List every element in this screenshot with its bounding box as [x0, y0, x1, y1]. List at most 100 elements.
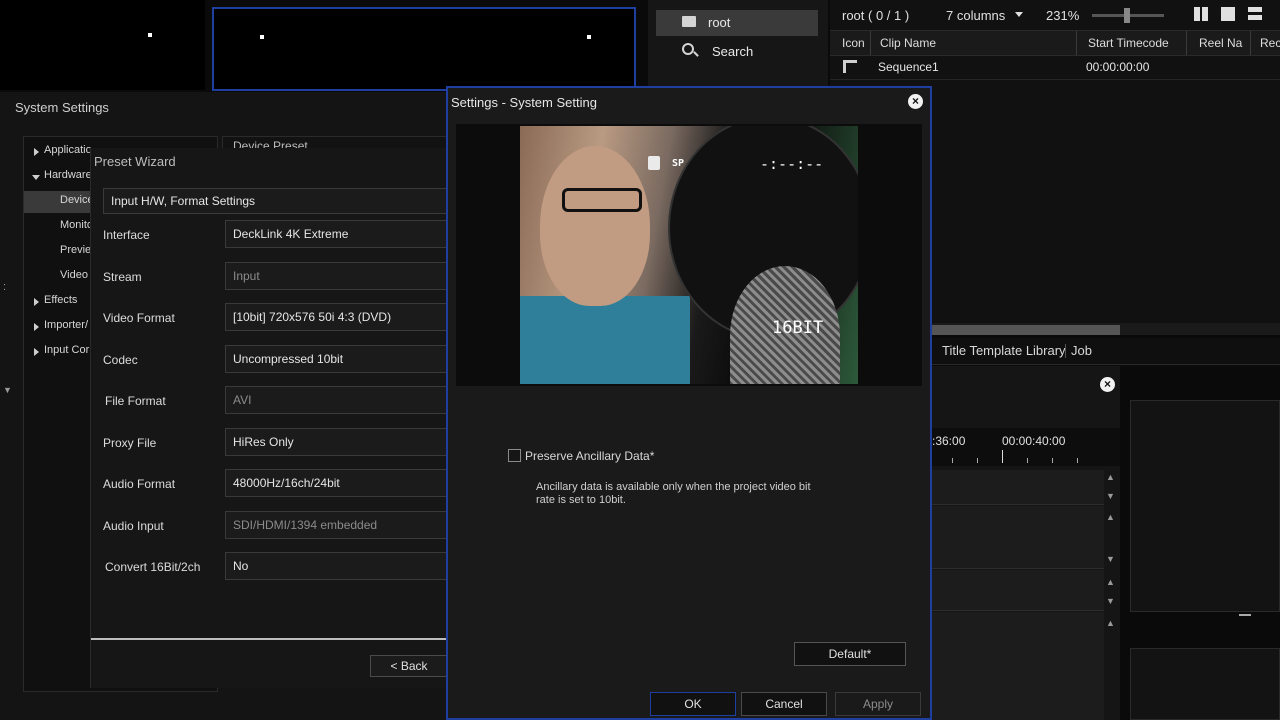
thumbnail-view-icon[interactable]: [1194, 7, 1208, 21]
tree-item-label: Importer/: [44, 319, 89, 331]
wizard-field-value[interactable]: No: [225, 552, 451, 580]
preserve-ancillary-checkbox[interactable]: [508, 449, 521, 462]
wizard-field-label: Interface: [103, 228, 150, 242]
chevron-right-icon[interactable]: [34, 323, 39, 331]
table-row[interactable]: Sequence1 00:00:00:00: [830, 55, 1280, 80]
monitor-marker: [260, 35, 264, 39]
clip-name-cell: Sequence1: [878, 60, 939, 74]
preview-blue-shirt: [520, 296, 690, 384]
columns-selector[interactable]: 7 columns: [946, 8, 1005, 23]
timeline-panel: × :36:00 00:00:40:00 ▲ ▼ ▲ ▼ ▲ ▼ ▲: [930, 366, 1120, 720]
zoom-slider-thumb[interactable]: [1124, 8, 1130, 23]
col-header-icon[interactable]: Icon: [842, 36, 865, 50]
preview-glasses: [562, 188, 642, 212]
tree-item-label: Hardware: [44, 169, 92, 181]
wizard-separator: [91, 638, 451, 640]
col-header-clip-name[interactable]: Clip Name: [880, 36, 936, 50]
preview-face: [540, 146, 650, 306]
preview-frame: SP -:--:-- 16BIT: [520, 126, 858, 384]
wizard-field-label: Convert 16Bit/2ch: [105, 560, 201, 574]
tab-title-template-library[interactable]: Title Template Library: [942, 343, 1066, 358]
back-button[interactable]: < Back: [370, 655, 448, 677]
wizard-field-label: Codec: [103, 353, 138, 367]
side-panel-box: [1130, 648, 1280, 720]
wizard-field-value[interactable]: DeckLink 4K Extreme: [225, 220, 451, 248]
tab-job[interactable]: Job: [1071, 343, 1092, 358]
scroll-up-icon[interactable]: ▲: [1106, 577, 1115, 587]
start-timecode-cell: 00:00:00:00: [1086, 60, 1150, 74]
tree-item-label: Monito: [60, 219, 94, 231]
scrollbar-thumb[interactable]: [930, 325, 1120, 335]
ruler-tick: [977, 458, 978, 463]
col-header-rec[interactable]: Rec: [1260, 36, 1280, 50]
apply-button[interactable]: Apply: [835, 692, 921, 716]
folder-panel: root Search: [648, 0, 828, 86]
col-divider: [1186, 31, 1187, 55]
dialog-title: Settings - System Setting: [451, 95, 597, 110]
system-setting-dialog: Settings - System Setting × SP -:--:-- 1…: [446, 86, 932, 720]
col-divider: [1076, 31, 1077, 55]
wizard-field-value[interactable]: HiRes Only: [225, 428, 451, 456]
scroll-down-icon[interactable]: ▼: [1106, 554, 1115, 564]
edge-marker: :: [3, 281, 7, 293]
tree-item-label: Applicatio: [44, 144, 92, 156]
preserve-ancillary-label[interactable]: Preserve Ancillary Data*: [525, 449, 654, 463]
col-divider: [1250, 31, 1251, 55]
close-icon[interactable]: ×: [908, 94, 923, 109]
close-icon[interactable]: ×: [1100, 377, 1115, 392]
wizard-field-value: Input: [225, 262, 451, 290]
cancel-button[interactable]: Cancel: [741, 692, 827, 716]
wizard-field-value[interactable]: Uncompressed 10bit: [225, 345, 451, 373]
wizard-field-label: File Format: [105, 394, 166, 408]
bin-header-row: Icon Clip Name Start Timecode Reel Na Re…: [830, 30, 1280, 56]
preview-timecode: -:--:--: [760, 155, 824, 173]
bin-path: root ( 0 / 1 ): [842, 8, 910, 23]
scroll-up-icon[interactable]: ▲: [1106, 512, 1115, 522]
zoom-slider[interactable]: [1092, 8, 1164, 23]
ruler-timecode: :36:00: [932, 434, 966, 448]
ancillary-note-line-1: Ancillary data is available only when th…: [536, 481, 811, 493]
folder-icon: [682, 16, 696, 27]
col-header-start-timecode[interactable]: Start Timecode: [1088, 36, 1169, 50]
scroll-up-icon[interactable]: ▲: [1106, 472, 1115, 482]
wizard-field-value[interactable]: [10bit] 720x576 50i 4:3 (DVD): [225, 303, 451, 331]
preview-tape-format: SP: [672, 158, 685, 169]
chevron-right-icon[interactable]: [34, 148, 39, 156]
wizard-field-value[interactable]: 48000Hz/16ch/24bit: [225, 469, 451, 497]
list-view-icon[interactable]: [1248, 7, 1262, 21]
ancillary-note-line-2: rate is set to 10bit.: [536, 494, 626, 506]
monitor-marker: [587, 35, 591, 39]
tree-item-label: Previe: [60, 244, 92, 256]
scroll-up-icon[interactable]: ▲: [1106, 618, 1115, 628]
ruler-tick: [1077, 458, 1078, 463]
ruler-tick: [1027, 458, 1028, 463]
wizard-field-label: Audio Format: [103, 477, 176, 491]
monitor-marker: [148, 33, 152, 37]
zoom-level: 231%: [1046, 8, 1080, 23]
preview-bit-depth: 16BIT: [772, 318, 824, 338]
panel-divider-handle[interactable]: [1239, 614, 1251, 616]
scroll-down-icon[interactable]: ▼: [1106, 491, 1115, 501]
single-view-icon[interactable]: [1221, 7, 1235, 21]
ruler-timecode: 00:00:40:00: [1002, 434, 1066, 448]
chevron-down-icon[interactable]: [32, 175, 40, 180]
ok-button[interactable]: OK: [650, 692, 736, 716]
video-preview: SP -:--:-- 16BIT: [456, 124, 922, 386]
side-panel-box: [1130, 400, 1280, 612]
preset-wizard-title: Preset Wizard: [94, 154, 176, 169]
wizard-field-label: Stream: [103, 270, 142, 284]
chevron-right-icon[interactable]: [34, 298, 39, 306]
scroll-down-icon[interactable]: ▼: [1106, 596, 1115, 606]
col-header-reel-name[interactable]: Reel Na: [1199, 36, 1242, 50]
wizard-field-value: SDI/HDMI/1394 embedded: [225, 511, 451, 539]
default-button[interactable]: Default*: [794, 642, 906, 666]
search-icon-handle: [693, 51, 699, 57]
folder-item-search[interactable]: Search: [656, 40, 818, 64]
bin-horizontal-scrollbar[interactable]: [930, 323, 1280, 335]
folder-search-label: Search: [712, 44, 754, 59]
folder-item-root[interactable]: root: [656, 10, 818, 36]
ruler-tick: [1002, 450, 1003, 463]
tree-item-label: Input Cor: [44, 344, 90, 356]
chevron-right-icon[interactable]: [34, 348, 39, 356]
chevron-down-icon[interactable]: [1015, 12, 1023, 17]
